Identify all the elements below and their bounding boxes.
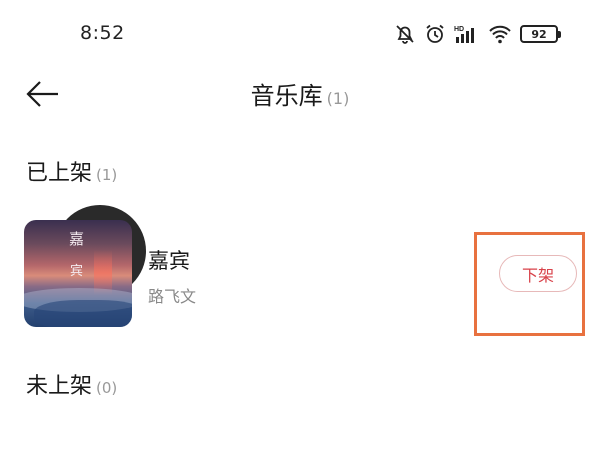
battery-level: 92 [531,27,547,41]
status-icons: HD 92 [394,22,561,46]
wifi-icon [488,23,512,45]
page-title: 音乐库 (1) [0,76,600,111]
mute-bell-icon [394,23,416,45]
song-title[interactable]: 嘉宾 [148,245,190,275]
page-title-count: (1) [326,89,350,108]
alarm-icon [424,23,446,45]
album-cover: 嘉 宾 [24,220,132,327]
svg-text:HD: HD [454,26,464,33]
remove-button[interactable]: 下架 [499,255,577,292]
section-unlisted-header: 未上架 (0) [26,368,117,400]
cover-text-1: 嘉 [69,230,85,248]
battery-icon: 92 [520,25,561,43]
album-artwork[interactable]: 嘉 宾 [24,205,146,327]
hd-signal-icon: HD [454,23,480,45]
section-unlisted-count: (0) [96,379,118,397]
page-title-text: 音乐库 [250,82,323,110]
song-artist: 路飞文 [148,287,197,306]
section-listed-label: 已上架 [26,161,93,186]
section-listed-header: 已上架 (1) [26,155,117,187]
section-unlisted-label: 未上架 [26,374,93,399]
status-time: 8:52 [80,22,125,44]
cover-text-2: 宾 [70,264,84,279]
section-listed-count: (1) [96,166,118,184]
